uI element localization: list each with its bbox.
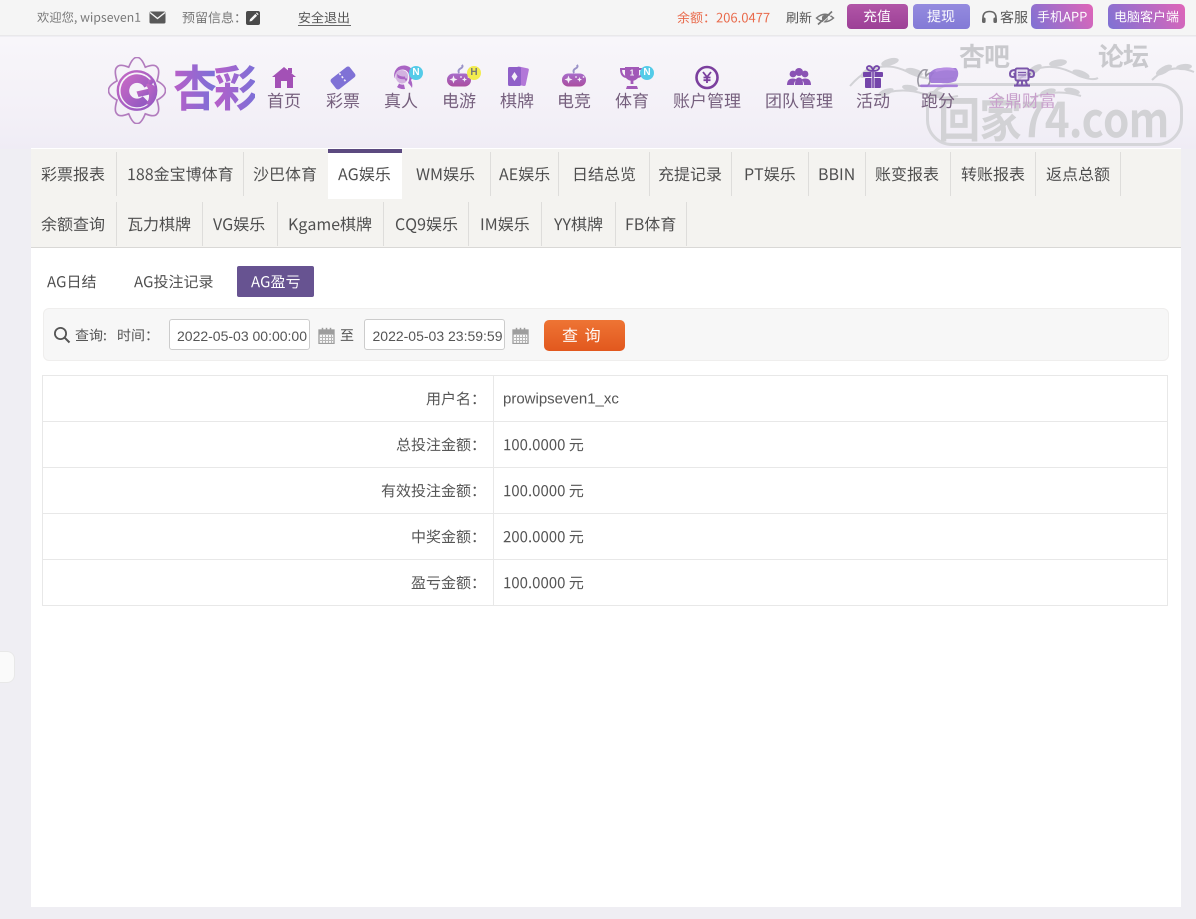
svg-text:1: 1	[630, 69, 635, 78]
